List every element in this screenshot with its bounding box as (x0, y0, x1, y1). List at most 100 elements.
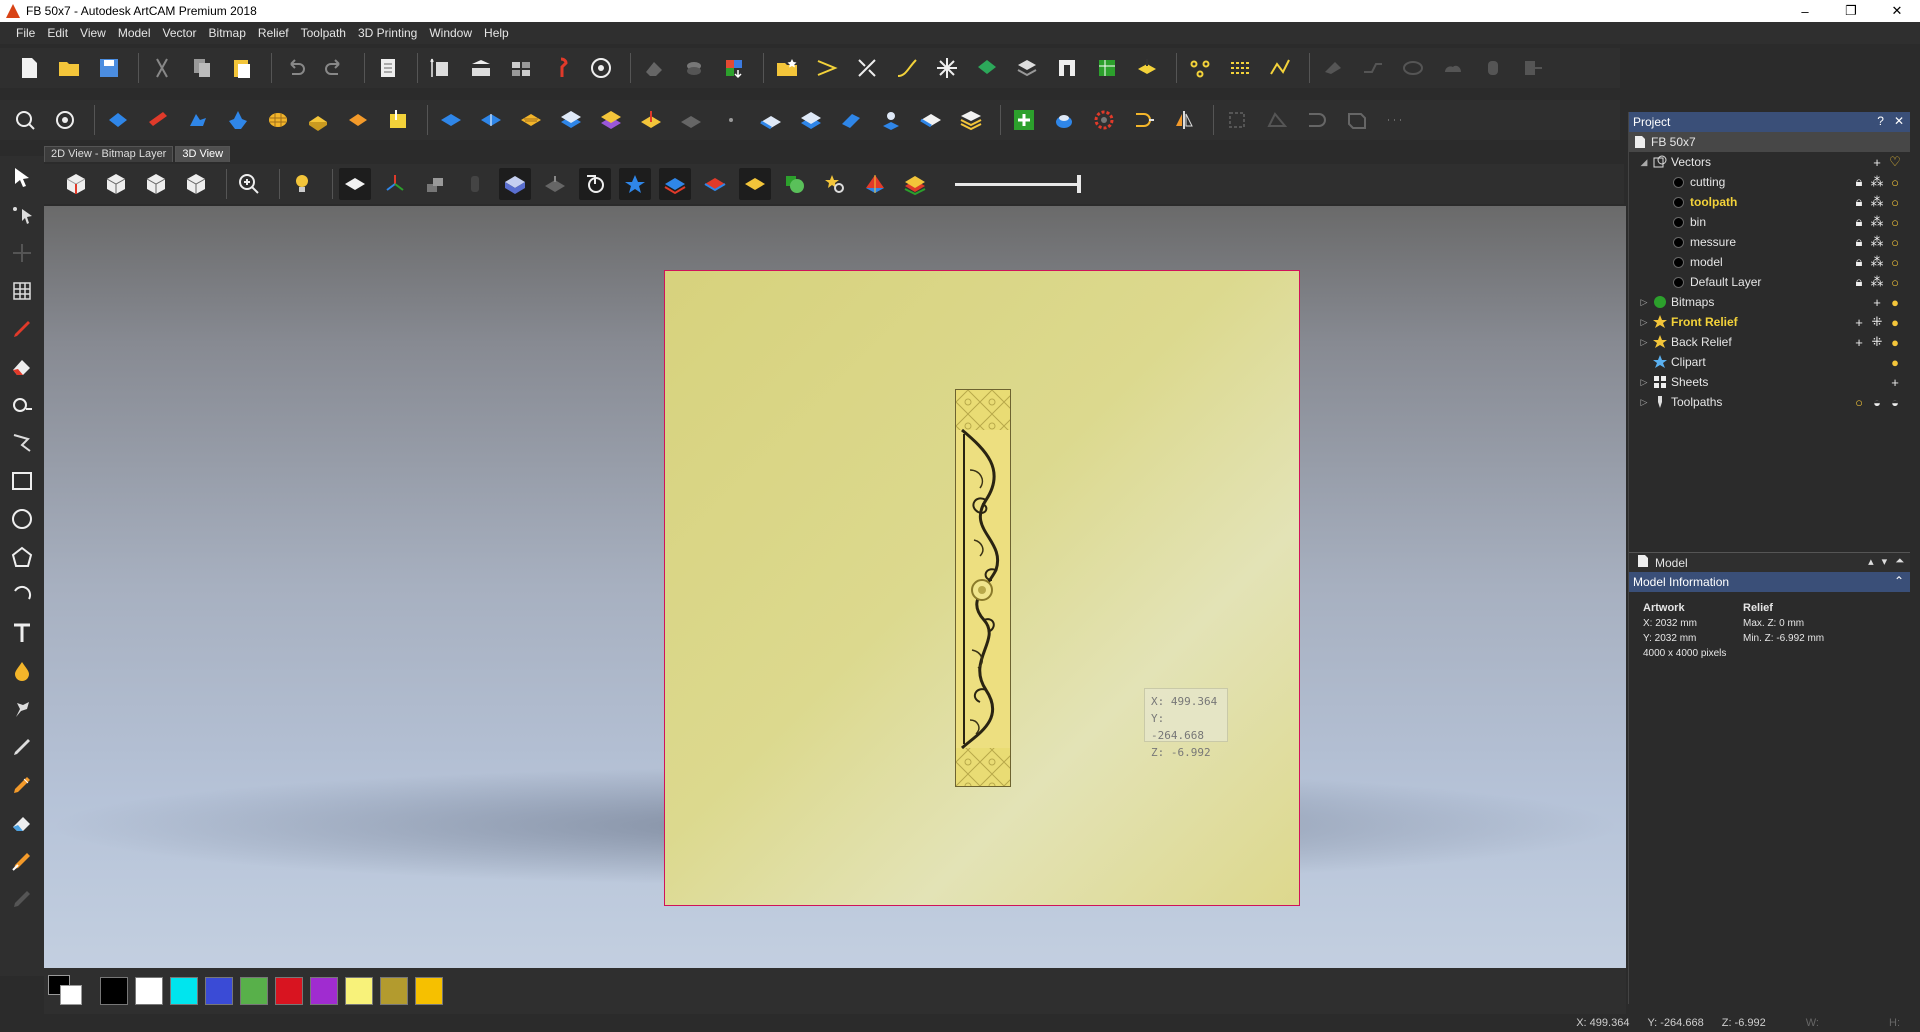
relief-tool-4[interactable] (1090, 51, 1124, 85)
bulb-icon[interactable]: ● (1886, 354, 1904, 370)
disabled-relief-3[interactable] (1300, 103, 1334, 137)
transform-tool-button[interactable] (4, 236, 40, 270)
palette-swatch[interactable] (135, 977, 163, 1005)
brush-tool-button[interactable] (4, 768, 40, 802)
view-top-button[interactable] (180, 168, 212, 200)
redo-button[interactable] (318, 51, 352, 85)
grey-relief-button[interactable] (674, 103, 708, 137)
disabled-relief-4[interactable] (1340, 103, 1374, 137)
dimension-button[interactable] (579, 168, 611, 200)
relief-tool-5[interactable] (1130, 51, 1164, 85)
add-icon[interactable]: + (1868, 154, 1886, 170)
disabled-relief-5[interactable] (1380, 103, 1414, 137)
yellow-plane-button[interactable] (739, 168, 771, 200)
move-grid-icon[interactable]: ⁜ (1868, 334, 1886, 350)
text-tool-button[interactable] (4, 616, 40, 650)
menu-bitmap[interactable]: Bitmap (203, 26, 252, 40)
dark-cylinder-button[interactable] (459, 168, 491, 200)
notes-button[interactable] (371, 51, 405, 85)
add-icon[interactable]: + (1850, 314, 1868, 330)
close-button[interactable]: ✕ (1874, 0, 1920, 22)
pen-tool-button[interactable] (4, 730, 40, 764)
bulb-icon[interactable]: ● (1886, 334, 1904, 350)
collapse-arrow-icon[interactable]: ◢ (1639, 157, 1649, 168)
magic-wand-icon[interactable]: ⁂ (1868, 214, 1886, 230)
expand-arrow-icon[interactable]: ▷ (1639, 337, 1649, 348)
disabled-tool-3[interactable] (1396, 51, 1430, 85)
node-tool-3[interactable] (1263, 51, 1297, 85)
material-button[interactable] (499, 168, 531, 200)
node-tool-1[interactable] (1183, 51, 1217, 85)
paint-brush-tool-button[interactable] (4, 844, 40, 878)
layer-colour-dot[interactable] (1673, 176, 1684, 188)
model-offset-button[interactable] (464, 51, 498, 85)
tree-layer-bin[interactable]: bin 🔒︎ ⁂ ○ (1629, 212, 1910, 232)
expand-arrow-icon[interactable]: ▷ (1639, 297, 1649, 308)
relief-layer-button[interactable] (594, 103, 628, 137)
minimize-icon[interactable]: ⏶ (1895, 555, 1904, 568)
angle-relief-button[interactable] (834, 103, 868, 137)
bulb-outline-icon[interactable]: ○ (1886, 174, 1904, 190)
layers-stack-button[interactable] (954, 103, 988, 137)
sweep-button[interactable] (301, 103, 335, 137)
gear-relief-button[interactable] (1087, 103, 1121, 137)
sculpt-tool-button[interactable] (4, 692, 40, 726)
bulb-outline-icon[interactable]: ○ (1886, 194, 1904, 210)
tile-model-button[interactable] (504, 51, 538, 85)
add-relief-button[interactable] (1007, 103, 1041, 137)
grey-tool-1[interactable] (637, 51, 671, 85)
menu-toolpath[interactable]: Toolpath (295, 26, 352, 40)
pin-icon[interactable]: ▴ (1868, 555, 1874, 568)
smudge-tool-button[interactable] (4, 882, 40, 916)
bowl-relief-button[interactable] (1047, 103, 1081, 137)
show-plane-button[interactable] (339, 168, 371, 200)
blue-star-button[interactable] (619, 168, 651, 200)
palette-swatch[interactable] (205, 977, 233, 1005)
menu-model[interactable]: Model (112, 26, 157, 40)
magic-wand-icon[interactable]: ⁂ (1868, 194, 1886, 210)
model-section-header[interactable]: Model ▴ ▾ ⏶ (1629, 552, 1910, 572)
tree-item-front-relief[interactable]: ▷ Front Relief + ⁜ ● (1629, 312, 1910, 332)
menu-edit[interactable]: Edit (41, 26, 74, 40)
tooth-icon[interactable]: ◒ (1868, 394, 1886, 410)
grid-tool-button[interactable] (4, 274, 40, 308)
paste-button[interactable] (225, 51, 259, 85)
add-icon[interactable]: + (1886, 374, 1904, 390)
magic-wand-icon[interactable]: ⁂ (1868, 274, 1886, 290)
view-iso-button[interactable] (60, 168, 92, 200)
lock-icon[interactable]: 🔒︎ (1850, 234, 1868, 250)
relief-tool-3[interactable] (1050, 51, 1084, 85)
menu-file[interactable]: File (10, 26, 41, 40)
expand-arrow-icon[interactable]: ▷ (1639, 317, 1649, 328)
grey-block-button[interactable] (419, 168, 451, 200)
palette-swatch[interactable] (240, 977, 268, 1005)
spin-button[interactable] (181, 103, 215, 137)
lighting-button[interactable] (286, 168, 318, 200)
bulb-outline-icon[interactable]: ○ (1850, 394, 1868, 410)
bulb-outline-icon[interactable]: ♡ (1886, 154, 1904, 170)
magic-wand-icon[interactable]: ⁂ (1868, 174, 1886, 190)
axes-button[interactable] (379, 168, 411, 200)
pencil-tool-button[interactable] (4, 312, 40, 346)
polygon-tool-button[interactable] (4, 540, 40, 574)
tree-item-toolpaths[interactable]: ▷ Toolpaths ○ ◒ ◒ (1629, 392, 1910, 412)
primary-secondary-colour[interactable] (48, 975, 92, 1007)
pyramid-button[interactable] (859, 168, 891, 200)
layer-colour-dot[interactable] (1673, 196, 1684, 208)
tree-item-back-relief[interactable]: ▷ Back Relief + ⁜ ● (1629, 332, 1910, 352)
lock-icon[interactable]: 🔒︎ (1850, 174, 1868, 190)
green-circle-button[interactable] (779, 168, 811, 200)
tree-layer-cutting[interactable]: cutting 🔒︎ ⁂ ○ (1629, 172, 1910, 192)
ghost-button[interactable] (539, 168, 571, 200)
polyline-tool-button[interactable] (4, 426, 40, 460)
layer-colour-dot[interactable] (1673, 216, 1684, 228)
zoom-fit-button[interactable] (8, 103, 42, 137)
tab-3d-view[interactable]: 3D View (175, 146, 231, 162)
white-plane-button[interactable] (914, 103, 948, 137)
two-rail-button[interactable] (341, 103, 375, 137)
lock-icon[interactable]: 🔒︎ (1850, 254, 1868, 270)
reset-relief-button[interactable] (434, 103, 468, 137)
tree-layer-messure[interactable]: messure 🔒︎ ⁂ ○ (1629, 232, 1910, 252)
undo-button[interactable] (278, 51, 312, 85)
relief-tool-1[interactable] (970, 51, 1004, 85)
